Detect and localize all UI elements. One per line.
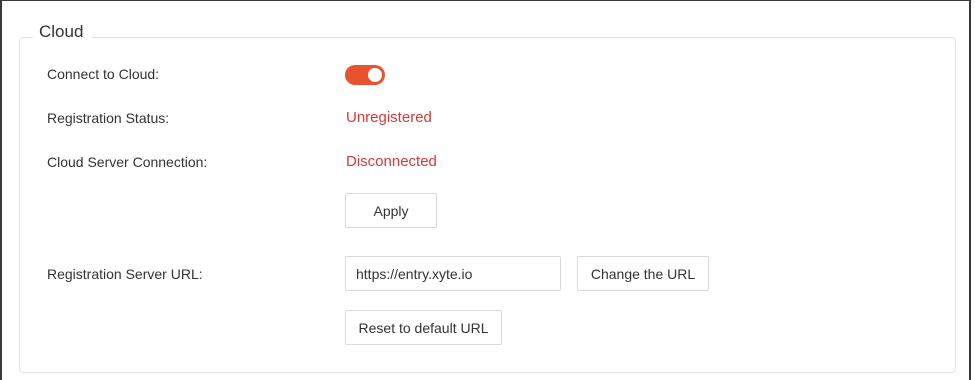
apply-button[interactable]: Apply [345,193,437,228]
cloud-server-connection-value: Disconnected [346,153,437,170]
connect-to-cloud-toggle[interactable] [345,65,385,85]
section-title: Cloud [33,22,93,42]
registration-server-url-input[interactable] [345,256,561,291]
cloud-server-connection-label: Cloud Server Connection: [47,154,208,170]
connect-to-cloud-label: Connect to Cloud: [47,66,160,82]
toggle-knob [368,68,382,82]
registration-status-value: Unregistered [346,109,432,126]
registration-server-url-label: Registration Server URL: [47,266,203,282]
registration-status-label: Registration Status: [47,110,170,126]
reset-default-url-button[interactable]: Reset to default URL [345,310,502,345]
change-url-button[interactable]: Change the URL [577,256,709,291]
